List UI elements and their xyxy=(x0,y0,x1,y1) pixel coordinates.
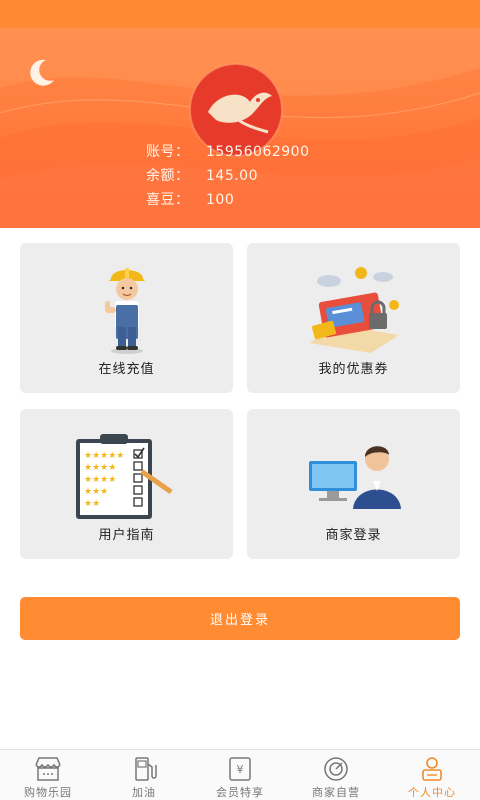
svg-text:★★★★★: ★★★★★ xyxy=(84,451,124,461)
beans-label: 喜豆： xyxy=(146,192,190,208)
svg-text:★★★: ★★★ xyxy=(84,487,108,497)
profile-header: 账号： 15956062900 余额： 145.00 喜豆： 100 xyxy=(0,28,480,228)
my-coupons-card[interactable]: 我的优惠券 xyxy=(247,243,460,393)
svg-text:★★★★: ★★★★ xyxy=(84,463,116,473)
balance-value: 145.00 xyxy=(206,168,258,184)
moon-icon xyxy=(30,59,54,86)
svg-text:★★★★: ★★★★ xyxy=(84,475,116,485)
beans-row: 喜豆： 100 xyxy=(146,188,309,212)
tab-fuel[interactable]: 加油 xyxy=(96,750,192,800)
clipboard-checklist-icon: ★★★★★ ★★★★ ★★★★ ★★★ ★★ xyxy=(76,434,173,519)
tab-shopping-park[interactable]: 购物乐园 xyxy=(0,750,96,800)
tab-member-perks[interactable]: ¥ 会员特享 xyxy=(192,750,288,800)
tab-shopping-park-label: 购物乐园 xyxy=(24,786,72,799)
tab-fuel-label: 加油 xyxy=(132,786,156,799)
fuel-pump-icon xyxy=(135,757,157,781)
yen-card-icon: ¥ xyxy=(229,757,251,781)
account-number-value: 15956062900 xyxy=(206,144,310,160)
account-number-row: 账号： 15956062900 xyxy=(146,140,309,164)
shop-icon xyxy=(35,757,61,781)
balance-row: 余额： 145.00 xyxy=(146,164,309,188)
my-coupons-label: 我的优惠券 xyxy=(318,362,389,377)
user-guide-label: 用户指南 xyxy=(98,528,155,543)
status-bar xyxy=(0,0,480,28)
online-recharge-card[interactable]: 在线充值 xyxy=(20,243,233,393)
target-icon xyxy=(324,757,348,781)
tab-personal-center[interactable]: 个人中心 xyxy=(384,750,480,800)
tab-merchant-self-run-label: 商家自营 xyxy=(312,786,360,799)
tab-personal-center-label: 个人中心 xyxy=(408,786,456,799)
merchant-login-card[interactable]: 商家登录 xyxy=(247,409,460,559)
worker-thumbs-up-icon xyxy=(105,268,145,354)
account-info: 账号： 15956062900 余额： 145.00 喜豆： 100 xyxy=(146,140,309,212)
user-computer-icon xyxy=(309,446,401,509)
logout-button[interactable]: 退出登录 xyxy=(20,597,460,640)
balance-label: 余额： xyxy=(146,168,190,184)
online-recharge-label: 在线充值 xyxy=(98,362,155,377)
user-guide-card[interactable]: ★★★★★ ★★★★ ★★★★ ★★★ ★★ 用户指南 xyxy=(20,409,233,559)
person-icon xyxy=(422,757,442,781)
coupons-illustration-icon xyxy=(309,267,399,353)
beans-value: 100 xyxy=(206,192,235,208)
account-number-label: 账号： xyxy=(146,144,190,160)
svg-text:¥: ¥ xyxy=(237,763,244,776)
tab-member-perks-label: 会员特享 xyxy=(216,786,264,799)
tab-merchant-self-run[interactable]: 商家自营 xyxy=(288,750,384,800)
profile-page: 账号： 15956062900 余额： 145.00 喜豆： 100 在线充值 … xyxy=(0,0,480,800)
merchant-login-label: 商家登录 xyxy=(325,528,382,543)
bottom-tab-bar: 购物乐园 加油 ¥ 会员特享 商家自营 个人中心 xyxy=(0,749,480,800)
svg-text:★★: ★★ xyxy=(84,499,100,509)
